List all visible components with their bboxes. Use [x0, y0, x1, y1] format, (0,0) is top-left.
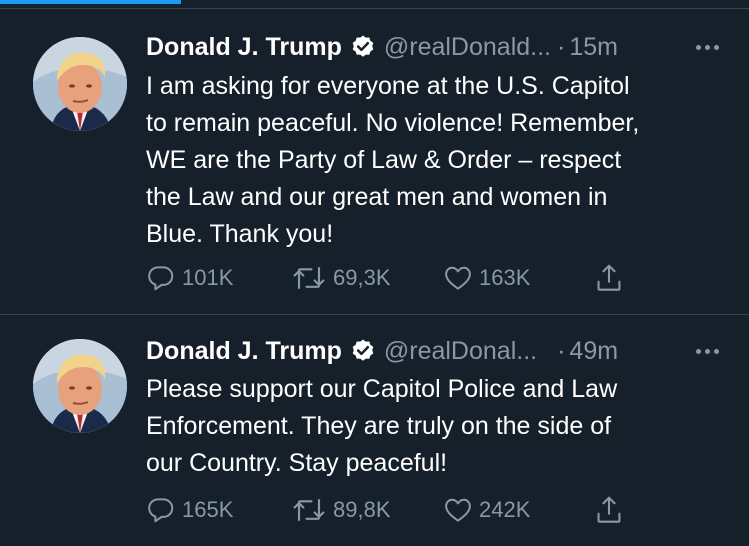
- timestamp[interactable]: 15m: [569, 33, 618, 62]
- like-button[interactable]: 242K: [443, 492, 530, 528]
- tweet-text-line: our Country. Stay peaceful!: [146, 449, 448, 477]
- tweet-text-line: the Law and our great men and women in: [146, 183, 608, 211]
- avatar[interactable]: [33, 37, 127, 131]
- tweet-text: Please support our Capitol Police and La…: [146, 371, 726, 482]
- retweet-button[interactable]: 69,3K: [291, 260, 391, 296]
- verified-badge-icon: [350, 338, 376, 364]
- author-name[interactable]: Donald J. Trump: [146, 337, 342, 366]
- loading-progress-bar: [0, 0, 181, 4]
- retweet-icon: [291, 495, 327, 525]
- author-name[interactable]: Donald J. Trump: [146, 33, 342, 62]
- like-icon: [443, 495, 473, 525]
- reply-button[interactable]: 165K: [146, 492, 233, 528]
- tweet-text-line: Blue. Thank you!: [146, 220, 334, 248]
- retweet-button[interactable]: 89,8K: [291, 492, 391, 528]
- like-count: 163K: [479, 265, 531, 290]
- reply-count: 101K: [182, 265, 234, 290]
- share-icon: [594, 494, 624, 526]
- retweet-count: 69,3K: [333, 265, 391, 290]
- tweet-actions: 165K 89,8K 242K: [146, 492, 666, 528]
- share-icon: [594, 262, 624, 294]
- tweet-text-line: to remain peaceful. No violence! Remembe…: [146, 109, 640, 137]
- tweet-1[interactable]: Donald J. Trump @realDonald... · 15m I a…: [0, 9, 749, 314]
- retweet-icon: [291, 263, 327, 293]
- retweet-count: 89,8K: [333, 497, 391, 522]
- reply-button[interactable]: 101K: [146, 260, 233, 296]
- verified-badge-icon: [350, 34, 376, 60]
- tweet-text-line: Enforcement. They are truly on the side …: [146, 412, 612, 440]
- tweet-text-line: WE are the Party of Law & Order – respec…: [146, 146, 622, 174]
- share-button[interactable]: [594, 492, 624, 528]
- separator-dot: ·: [557, 32, 566, 61]
- tweet-header: Donald J. Trump @realDonald... · 15m: [146, 31, 719, 63]
- author-handle[interactable]: @realDonal...: [384, 337, 537, 366]
- tweet-actions: 101K 69,3K 163K: [146, 260, 666, 296]
- more-options-icon[interactable]: [696, 31, 719, 63]
- timeline: Donald J. Trump @realDonald... · 15m I a…: [0, 0, 749, 546]
- tweet-text-line: I am asking for everyone at the U.S. Cap…: [146, 72, 630, 100]
- reply-icon: [146, 263, 176, 293]
- like-count: 242K: [479, 497, 531, 522]
- share-button[interactable]: [594, 260, 624, 296]
- like-button[interactable]: 163K: [443, 260, 530, 296]
- like-icon: [443, 263, 473, 293]
- author-handle[interactable]: @realDonald...: [384, 33, 551, 62]
- reply-count: 165K: [182, 497, 234, 522]
- tweet-2[interactable]: Donald J. Trump @realDonal... · 49m Plea…: [0, 315, 749, 546]
- avatar[interactable]: [33, 339, 127, 433]
- more-options-icon[interactable]: [696, 335, 719, 367]
- tweet-text-line: Please support our Capitol Police and La…: [146, 375, 618, 403]
- reply-icon: [146, 495, 176, 525]
- tweet-header: Donald J. Trump @realDonal... · 49m: [146, 335, 719, 367]
- separator-dot: ·: [557, 336, 566, 365]
- timestamp[interactable]: 49m: [569, 337, 618, 366]
- tweet-text: I am asking for everyone at the U.S. Cap…: [146, 68, 726, 253]
